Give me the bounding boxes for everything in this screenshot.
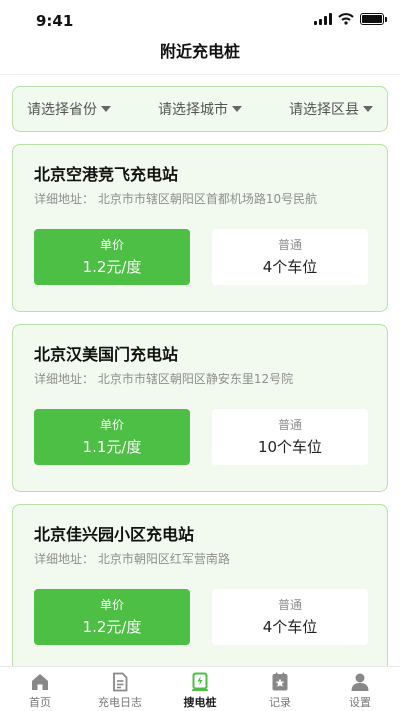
station-card[interactable]: 北京汉美国门充电站 详细地址： 北京市市辖区朝阳区静安东里12号院 单价 1.1… <box>12 324 388 492</box>
home-icon <box>32 674 48 690</box>
user-icon <box>351 673 369 691</box>
wifi-icon <box>338 13 354 25</box>
tab-home[interactable]: 首页 <box>0 667 80 711</box>
charging-pile-icon <box>192 672 208 691</box>
document-icon <box>113 672 128 692</box>
chevron-down-icon <box>232 106 242 112</box>
spot-count: 4个车位 <box>262 258 318 276</box>
parking-spots-box: 普通 4个车位 <box>212 229 368 285</box>
header-divider <box>0 74 400 75</box>
district-select-label: 请选择区县 <box>289 102 359 118</box>
price-label: 单价 <box>99 238 124 252</box>
station-name: 北京佳兴园小区充电站 <box>34 525 195 544</box>
tab-records[interactable]: 记录 <box>240 667 320 711</box>
parking-spots-box: 普通 10个车位 <box>212 409 368 465</box>
tab-search-charger[interactable]: 搜电桩 <box>160 667 240 711</box>
record-icon <box>272 672 288 691</box>
tab-settings[interactable]: 设置 <box>320 667 400 711</box>
price-value: 1.1元/度 <box>82 438 142 456</box>
station-list[interactable]: 北京空港竞飞充电站 详细地址： 北京市市辖区朝阳区首都机场路10号民航 单价 1… <box>12 144 388 666</box>
station-name: 北京汉美国门充电站 <box>34 345 179 364</box>
spot-type-label: 普通 <box>277 598 302 612</box>
bottom-tab-bar: 首页 充电日志 搜电桩 记录 设置 <box>0 666 400 711</box>
spot-count: 10个车位 <box>257 438 323 456</box>
signal-icon <box>314 13 332 25</box>
spot-type-label: 普通 <box>277 238 302 252</box>
spot-count: 4个车位 <box>262 618 318 636</box>
price-label: 单价 <box>99 598 124 612</box>
city-select-label: 请选择城市 <box>158 102 228 118</box>
price-box[interactable]: 单价 1.1元/度 <box>34 409 190 465</box>
district-select[interactable]: 请选择区县 <box>289 99 373 119</box>
chevron-down-icon <box>101 106 111 112</box>
province-select[interactable]: 请选择省份 <box>27 99 111 119</box>
battery-icon <box>360 13 387 25</box>
chevron-down-icon <box>363 106 373 112</box>
tab-label: 充电日志 <box>98 696 142 709</box>
price-label: 单价 <box>99 418 124 432</box>
province-select-label: 请选择省份 <box>27 102 97 118</box>
tab-charging-log[interactable]: 充电日志 <box>80 667 160 711</box>
city-select[interactable]: 请选择城市 <box>158 99 242 119</box>
spot-type-label: 普通 <box>277 418 302 432</box>
status-icons <box>314 13 387 25</box>
station-card[interactable]: 北京佳兴园小区充电站 详细地址： 北京市朝阳区红军营南路 单价 1.2元/度 普… <box>12 504 388 666</box>
price-box[interactable]: 单价 1.2元/度 <box>34 229 190 285</box>
region-filter-bar: 请选择省份 请选择城市 请选择区县 <box>12 86 388 132</box>
page-title: 附近充电桩 <box>159 42 240 61</box>
tab-label: 搜电桩 <box>183 696 217 709</box>
station-address: 详细地址： 北京市市辖区朝阳区静安东里12号院 <box>34 372 294 386</box>
tab-label: 首页 <box>29 696 51 709</box>
parking-spots-box: 普通 4个车位 <box>212 589 368 645</box>
price-value: 1.2元/度 <box>82 258 142 276</box>
status-time: 9:41 <box>36 12 74 30</box>
tab-label: 设置 <box>349 696 371 709</box>
price-value: 1.2元/度 <box>82 618 142 636</box>
station-name: 北京空港竞飞充电站 <box>34 165 179 184</box>
price-box[interactable]: 单价 1.2元/度 <box>34 589 190 645</box>
tab-label: 记录 <box>269 696 291 709</box>
station-address: 详细地址： 北京市市辖区朝阳区首都机场路10号民航 <box>34 192 318 206</box>
station-card[interactable]: 北京空港竞飞充电站 详细地址： 北京市市辖区朝阳区首都机场路10号民航 单价 1… <box>12 144 388 312</box>
station-address: 详细地址： 北京市朝阳区红军营南路 <box>34 552 230 566</box>
status-bar: 9:41 <box>0 0 400 40</box>
